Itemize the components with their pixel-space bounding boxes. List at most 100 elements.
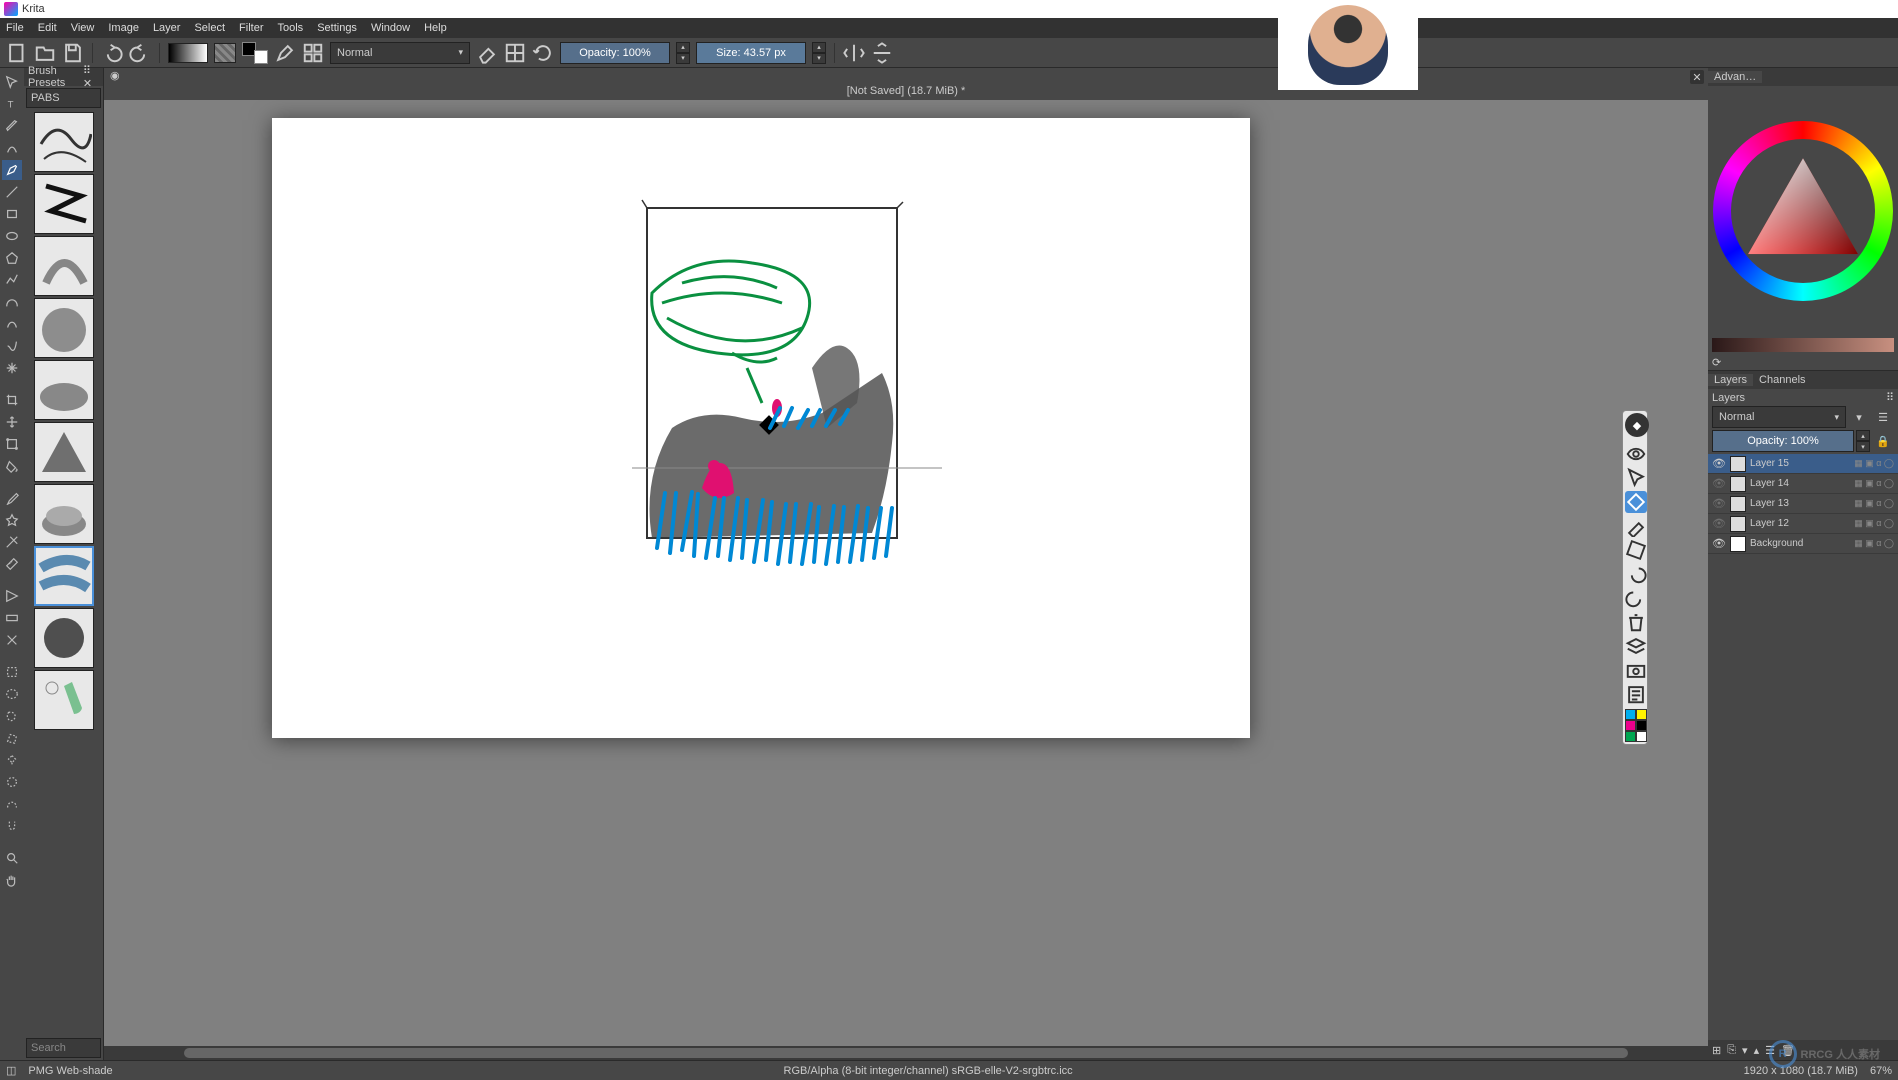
brush-preset-thumb[interactable] xyxy=(34,298,94,358)
advanced-color-tab[interactable]: Advan… xyxy=(1708,71,1762,83)
magnetic-select-tool[interactable] xyxy=(2,816,22,836)
visibility-icon[interactable]: 👁 xyxy=(1712,537,1726,550)
color-wheel[interactable] xyxy=(1713,121,1893,301)
close-tab-button[interactable]: ✕ xyxy=(1690,70,1704,84)
menu-file[interactable]: File xyxy=(6,22,24,34)
workspace-button[interactable] xyxy=(302,42,324,64)
pattern-swatch[interactable] xyxy=(214,43,236,63)
panel-menu-icon[interactable]: ⠿ ✕ xyxy=(83,64,99,90)
overview-icon[interactable]: ◉ xyxy=(110,69,120,82)
popup-diamond-icon[interactable] xyxy=(1625,491,1647,513)
brush-preset-thumb[interactable] xyxy=(34,484,94,544)
brush-preset-thumb[interactable] xyxy=(34,608,94,668)
polyline-tool[interactable] xyxy=(2,270,22,290)
freehand-select-tool[interactable] xyxy=(2,706,22,726)
menu-settings[interactable]: Settings xyxy=(317,22,357,34)
move-up-button[interactable]: ▴ xyxy=(1754,1044,1760,1057)
new-doc-button[interactable] xyxy=(6,42,28,64)
zoom-tool[interactable] xyxy=(2,848,22,868)
layer-filter-button[interactable]: ▾ xyxy=(1848,406,1870,428)
eraser-toggle[interactable] xyxy=(476,42,498,64)
layer-opacity-spin[interactable]: ▴▾ xyxy=(1856,430,1870,452)
alpha-lock-toggle[interactable] xyxy=(504,42,526,64)
mirror-h-button[interactable] xyxy=(843,42,865,64)
popup-note-icon[interactable] xyxy=(1625,683,1647,705)
poly-select-tool[interactable] xyxy=(2,728,22,748)
reference-tool[interactable] xyxy=(2,586,22,606)
document-tab[interactable]: [Not Saved] (18.7 MiB) * xyxy=(847,85,966,97)
layer-props-button[interactable]: ☰ xyxy=(1872,406,1894,428)
brush-preset-thumb[interactable] xyxy=(34,360,94,420)
crop-tool[interactable] xyxy=(2,390,22,410)
layers-tab[interactable]: Layers xyxy=(1708,374,1753,386)
layer-row[interactable]: 👁 Background ▦ ▣ α ◯ xyxy=(1708,534,1898,554)
fg-bg-colors[interactable] xyxy=(242,42,268,64)
layer-flags[interactable]: ▦ ▣ α ◯ xyxy=(1854,498,1894,509)
popup-eraser-icon[interactable] xyxy=(1625,539,1647,561)
layer-flags[interactable]: ▦ ▣ α ◯ xyxy=(1854,518,1894,529)
popup-brush-icon[interactable] xyxy=(1625,515,1647,537)
mirror-v-button[interactable] xyxy=(871,42,893,64)
menu-layer[interactable]: Layer xyxy=(153,22,181,34)
popup-palette[interactable]: ◆ xyxy=(1622,410,1648,745)
popup-eye-icon[interactable] xyxy=(1625,443,1647,465)
color-triangle[interactable] xyxy=(1748,158,1858,254)
visibility-icon[interactable]: 👁 xyxy=(1712,517,1726,530)
smart-fill-tool[interactable] xyxy=(2,510,22,530)
open-doc-button[interactable] xyxy=(34,42,56,64)
opacity-slider[interactable]: Opacity: 100% xyxy=(560,42,670,64)
color-history-strip[interactable] xyxy=(1712,338,1894,352)
brush-preset-thumb[interactable] xyxy=(34,236,94,296)
bezier-tool[interactable] xyxy=(2,292,22,312)
layer-flags[interactable]: ▦ ▣ α ◯ xyxy=(1854,538,1894,549)
bezier-select-tool[interactable] xyxy=(2,794,22,814)
brush-editor-button[interactable] xyxy=(274,42,296,64)
layer-lock-button[interactable]: 🔒 xyxy=(1872,430,1894,452)
contiguous-select-tool[interactable] xyxy=(2,750,22,770)
layer-opacity-slider[interactable]: Opacity: 100% xyxy=(1712,430,1854,452)
layer-row[interactable]: 👁 Layer 12 ▦ ▣ α ◯ xyxy=(1708,514,1898,534)
redo-button[interactable] xyxy=(129,42,151,64)
layer-flags[interactable]: ▦ ▣ α ◯ xyxy=(1854,478,1894,489)
layer-row[interactable]: 👁 Layer 13 ▦ ▣ α ◯ xyxy=(1708,494,1898,514)
add-layer-button[interactable]: ⊞ xyxy=(1712,1044,1721,1057)
rectangle-tool[interactable] xyxy=(2,204,22,224)
canvas[interactable] xyxy=(272,118,1250,738)
blend-mode-select[interactable]: Normal xyxy=(330,42,470,64)
similar-select-tool[interactable] xyxy=(2,772,22,792)
refresh-icon[interactable]: ⟳ xyxy=(1712,356,1721,369)
menu-filter[interactable]: Filter xyxy=(239,22,263,34)
brush-preset-thumb[interactable] xyxy=(34,112,94,172)
menu-window[interactable]: Window xyxy=(371,22,410,34)
layers-menu-icon[interactable]: ⠿ xyxy=(1886,391,1894,404)
size-spin[interactable]: ▴▾ xyxy=(812,42,826,64)
reload-preset[interactable] xyxy=(532,42,554,64)
fill-tool[interactable] xyxy=(2,456,22,476)
transform-tool[interactable]: T xyxy=(2,94,22,114)
popup-pointer-icon[interactable] xyxy=(1625,467,1647,489)
layer-blend-select[interactable]: Normal xyxy=(1712,406,1846,428)
layer-row[interactable]: 👁 Layer 14 ▦ ▣ α ◯ xyxy=(1708,474,1898,494)
selection-status-icon[interactable]: ◫ xyxy=(6,1064,16,1077)
duplicate-layer-button[interactable]: ⎘ xyxy=(1727,1044,1736,1057)
size-slider[interactable]: Size: 43.57 px xyxy=(696,42,806,64)
edit-shapes-tool[interactable] xyxy=(2,116,22,136)
line-tool[interactable] xyxy=(2,182,22,202)
move-down-button[interactable]: ▾ xyxy=(1742,1044,1748,1057)
menu-view[interactable]: View xyxy=(71,22,95,34)
freehand-brush-tool[interactable] xyxy=(2,160,22,180)
brush-preset-thumb[interactable] xyxy=(34,670,94,730)
brush-preset-thumb[interactable] xyxy=(34,422,94,482)
menu-image[interactable]: Image xyxy=(108,22,139,34)
move-tool[interactable] xyxy=(2,72,22,92)
calligraphy-tool[interactable] xyxy=(2,138,22,158)
horizontal-scrollbar[interactable] xyxy=(104,1046,1708,1060)
brush-preset-thumb[interactable] xyxy=(34,546,94,606)
pan-tool[interactable] xyxy=(2,870,22,890)
dynamic-brush-tool[interactable] xyxy=(2,336,22,356)
pattern-tool[interactable] xyxy=(2,630,22,650)
transform-layer-tool[interactable] xyxy=(2,434,22,454)
ellipse-select-tool[interactable] xyxy=(2,684,22,704)
measure-tool[interactable] xyxy=(2,554,22,574)
menu-tools[interactable]: Tools xyxy=(278,22,304,34)
